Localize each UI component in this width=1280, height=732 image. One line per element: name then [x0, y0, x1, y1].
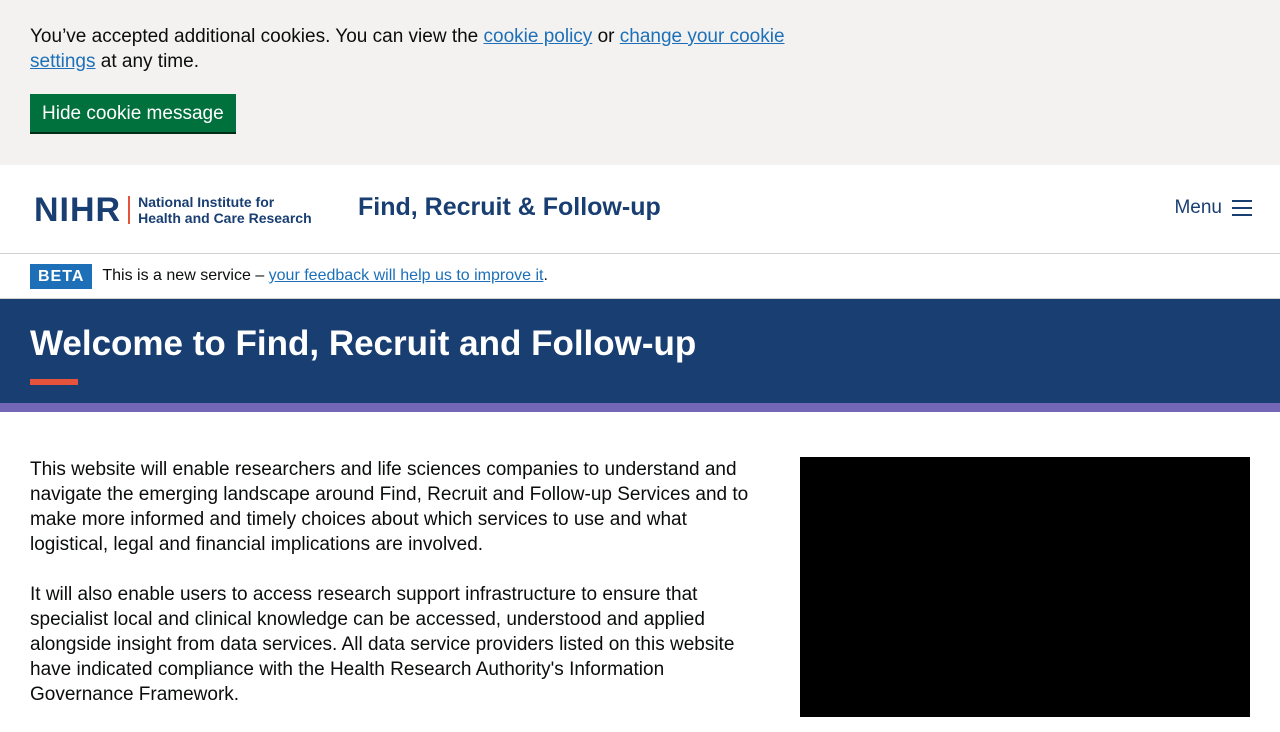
cookie-message: You’ve accepted additional cookies. You … [30, 26, 785, 72]
hide-cookie-message-button[interactable]: Hide cookie message [30, 94, 236, 132]
beta-tag: BETA [30, 263, 93, 289]
feedback-link[interactable]: your feedback will help us to improve it [269, 267, 544, 284]
video-player[interactable] [800, 457, 1250, 717]
site-header: NIHR National Institute for Health and C… [0, 165, 1280, 254]
menu-label: Menu [1174, 197, 1222, 218]
menu-button[interactable]: Menu [1174, 197, 1252, 219]
nihr-logo[interactable]: NIHR National Institute for Health and C… [34, 191, 312, 229]
beta-message: This is a new service – your feedback wi… [102, 267, 548, 284]
service-title[interactable]: Find, Recruit & Follow-up [358, 191, 661, 223]
beta-banner: BETA This is a new service – your feedba… [0, 254, 1280, 299]
page-title: Welcome to Find, Recruit and Follow-up [30, 324, 697, 363]
main-content: This website will enable researchers and… [0, 412, 1280, 732]
cookie-banner: You’ve accepted additional cookies. You … [0, 0, 1280, 165]
intro-paragraph-1: This website will enable researchers and… [30, 459, 749, 555]
hamburger-icon [1232, 200, 1252, 216]
intro-paragraph-2: It will also enable users to access rese… [30, 584, 735, 705]
title-accent-bar [30, 379, 78, 385]
hero-banner: Welcome to Find, Recruit and Follow-up [0, 299, 1280, 412]
logo-mark: NIHR [34, 191, 122, 229]
logo-text: National Institute for Health and Care R… [138, 194, 312, 226]
logo-divider [128, 196, 131, 224]
cookie-policy-link[interactable]: cookie policy [484, 26, 593, 47]
intro-text: This website will enable researchers and… [30, 457, 760, 732]
